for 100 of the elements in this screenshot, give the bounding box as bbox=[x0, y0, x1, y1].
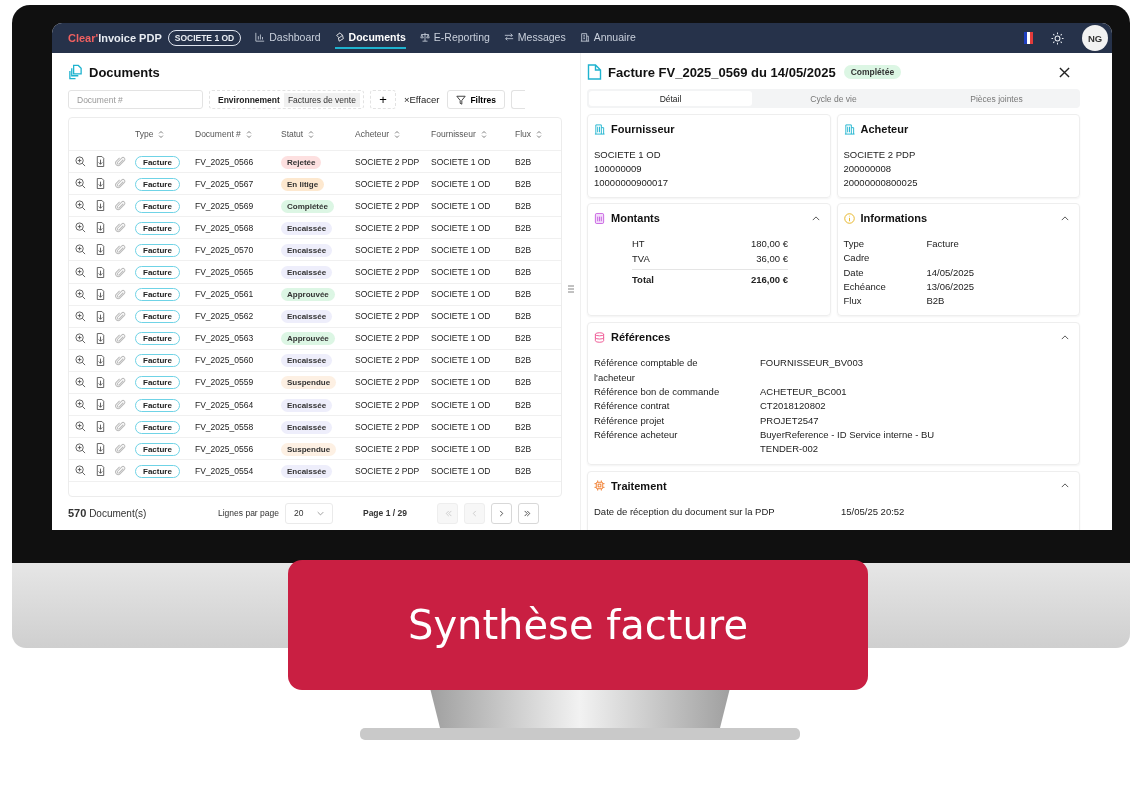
add-filter-button[interactable]: + bbox=[369, 90, 396, 109]
amount-value: 216,00 € bbox=[751, 273, 788, 287]
paperclip-icon[interactable] bbox=[115, 266, 126, 278]
file-download-icon[interactable] bbox=[95, 200, 106, 212]
collapse-caret-icon[interactable] bbox=[1061, 335, 1069, 340]
paperclip-icon[interactable] bbox=[115, 332, 126, 344]
paperclip-icon[interactable] bbox=[115, 310, 126, 322]
file-download-icon[interactable] bbox=[95, 377, 106, 388]
paperclip-icon[interactable] bbox=[115, 200, 126, 212]
paperclip-icon[interactable] bbox=[115, 156, 126, 168]
collapse-caret-icon[interactable] bbox=[811, 215, 820, 221]
table-cell-text: SOCIETE 1 OD bbox=[431, 289, 492, 300]
field-label: Date bbox=[843, 265, 865, 280]
table-cell-text: SOCIETE 2 PDP bbox=[355, 244, 421, 255]
field-value: 15/05/25 20:52 bbox=[841, 504, 906, 519]
tab[interactable]: Détail bbox=[589, 91, 752, 106]
nav-link[interactable]: Messages bbox=[503, 27, 566, 49]
tab[interactable]: Pièces jointes bbox=[915, 91, 1078, 106]
paperclip-icon[interactable] bbox=[115, 222, 126, 234]
file-download-icon[interactable] bbox=[95, 244, 106, 256]
zoom-icon[interactable] bbox=[75, 465, 86, 477]
column-header[interactable]: Fournisseur bbox=[431, 129, 507, 139]
field-label: Date de réception du document sur la PDP bbox=[594, 504, 776, 519]
nav-link[interactable]: Dashboard bbox=[255, 27, 321, 49]
zoom-icon[interactable] bbox=[75, 354, 86, 366]
table-cell-text: SOCIETE 2 PDP bbox=[355, 156, 421, 167]
file-download-icon[interactable] bbox=[95, 421, 106, 433]
table-cell-text: FV_2025_0556 bbox=[195, 443, 255, 454]
filters-button[interactable]: Filtres bbox=[447, 90, 505, 109]
nav-icon[interactable] bbox=[419, 32, 430, 42]
nav-link[interactable]: Documents bbox=[334, 27, 406, 49]
close-icon[interactable] bbox=[1059, 66, 1070, 78]
document-icon bbox=[587, 64, 602, 80]
nav-link[interactable]: Annuaire bbox=[579, 27, 636, 49]
french-flag-icon[interactable] bbox=[1024, 32, 1033, 44]
collapse-caret-icon[interactable] bbox=[1061, 483, 1069, 489]
table-cell-text: FV_2025_0570 bbox=[195, 244, 255, 255]
nav-icon[interactable] bbox=[503, 32, 514, 42]
chevron-icon[interactable] bbox=[523, 508, 533, 518]
tab[interactable]: Cycle de vie bbox=[752, 91, 915, 106]
file-download-icon[interactable] bbox=[95, 266, 106, 278]
paperclip-icon[interactable] bbox=[115, 377, 126, 388]
paperclip-icon[interactable] bbox=[115, 465, 126, 477]
zoom-icon[interactable] bbox=[75, 222, 86, 234]
field-value: BuyerReference - ID Service interne - BU TENDER-002 bbox=[760, 427, 936, 457]
table-cell-text: B2B bbox=[515, 222, 533, 233]
paperclip-icon[interactable] bbox=[115, 443, 126, 455]
paperclip-icon[interactable] bbox=[115, 399, 126, 411]
file-download-icon[interactable] bbox=[95, 178, 106, 190]
nav-icon[interactable] bbox=[255, 32, 266, 42]
zoom-icon[interactable] bbox=[75, 332, 86, 344]
theme-toggle-icon[interactable] bbox=[1051, 31, 1064, 45]
file-download-icon[interactable] bbox=[95, 399, 106, 411]
zoom-icon[interactable] bbox=[75, 200, 86, 212]
file-download-icon[interactable] bbox=[95, 443, 106, 455]
paperclip-icon[interactable] bbox=[115, 178, 126, 190]
paperclip-icon[interactable] bbox=[115, 354, 126, 366]
zoom-icon[interactable] bbox=[75, 399, 86, 411]
app-logo[interactable]: Clear'Invoice PDP bbox=[68, 32, 162, 44]
filter-chip[interactable]: Factures de vente bbox=[283, 92, 360, 107]
column-header[interactable]: Acheteur bbox=[355, 129, 423, 139]
paperclip-icon[interactable] bbox=[115, 244, 126, 256]
file-download-icon[interactable] bbox=[95, 465, 106, 477]
file-download-icon[interactable] bbox=[95, 310, 106, 322]
table-cell-text: SOCIETE 1 OD bbox=[431, 465, 492, 476]
zoom-icon[interactable] bbox=[75, 288, 86, 300]
column-header[interactable]: Type bbox=[135, 129, 187, 139]
zoom-icon[interactable] bbox=[75, 310, 86, 322]
column-header[interactable]: Document # bbox=[195, 129, 273, 139]
file-download-icon[interactable] bbox=[95, 156, 106, 168]
nav-link[interactable]: E-Reporting bbox=[419, 27, 490, 49]
zoom-icon[interactable] bbox=[75, 443, 86, 455]
clear-button[interactable]: ×Effacer bbox=[401, 94, 442, 105]
column-header[interactable]: Flux bbox=[515, 129, 561, 139]
party-detail: 200000008 bbox=[843, 162, 893, 176]
resize-handle-icon[interactable] bbox=[568, 285, 574, 293]
zoom-icon[interactable] bbox=[75, 156, 86, 168]
user-avatar[interactable]: NG bbox=[1082, 25, 1108, 51]
column-header[interactable]: Statut bbox=[281, 129, 347, 139]
collapse-caret-icon[interactable] bbox=[1061, 215, 1069, 221]
rows-per-page-select[interactable]: 20 bbox=[284, 502, 333, 524]
table-cell-text: FV_2025_0563 bbox=[195, 333, 255, 344]
file-download-icon[interactable] bbox=[95, 288, 106, 300]
table-cell-text: FV_2025_0561 bbox=[195, 289, 255, 300]
paperclip-icon[interactable] bbox=[115, 288, 126, 300]
zoom-icon[interactable] bbox=[75, 377, 86, 388]
filter-icon[interactable] bbox=[456, 94, 467, 105]
file-download-icon[interactable] bbox=[95, 222, 106, 234]
file-download-icon[interactable] bbox=[95, 332, 106, 344]
zoom-icon[interactable] bbox=[75, 244, 86, 256]
zoom-icon[interactable] bbox=[75, 266, 86, 278]
paperclip-icon[interactable] bbox=[115, 421, 126, 433]
file-download-icon[interactable] bbox=[95, 354, 106, 366]
zoom-icon[interactable] bbox=[75, 178, 86, 190]
search-field[interactable]: Document # bbox=[68, 90, 203, 109]
table-cell-text: SOCIETE 1 OD bbox=[431, 443, 492, 454]
table-cell-text: FV_2025_0564 bbox=[195, 399, 255, 410]
status-tag: Suspendue bbox=[281, 376, 337, 390]
nav-icon[interactable] bbox=[579, 32, 590, 42]
zoom-icon[interactable] bbox=[75, 421, 86, 433]
